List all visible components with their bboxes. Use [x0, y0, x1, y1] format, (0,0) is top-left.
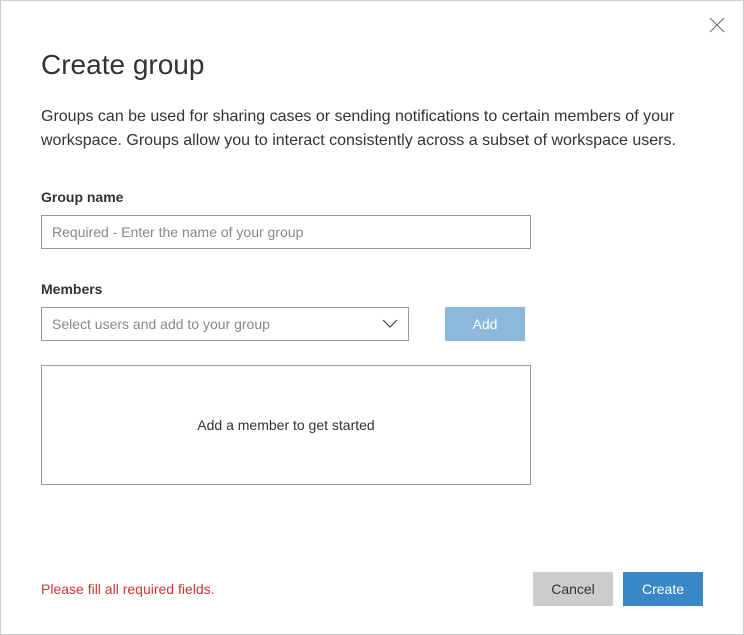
create-button[interactable]: Create	[623, 572, 703, 606]
members-select[interactable]: Select users and add to your group	[41, 307, 409, 341]
dialog-description: Groups can be used for sharing cases or …	[41, 105, 703, 153]
cancel-button[interactable]: Cancel	[533, 572, 613, 606]
group-name-section: Group name	[41, 189, 703, 249]
members-select-placeholder: Select users and add to your group	[52, 316, 270, 332]
close-button[interactable]	[709, 17, 725, 33]
close-icon	[709, 20, 725, 37]
group-name-label: Group name	[41, 189, 703, 205]
add-member-button[interactable]: Add	[445, 307, 525, 341]
members-section: Members Select users and add to your gro…	[41, 281, 703, 485]
chevron-down-icon	[382, 316, 398, 332]
members-list-empty: Add a member to get started	[41, 365, 531, 485]
create-group-dialog: Create group Groups can be used for shar…	[1, 1, 743, 634]
footer-buttons: Cancel Create	[533, 572, 703, 606]
error-message: Please fill all required fields.	[41, 581, 533, 597]
group-name-input[interactable]	[41, 215, 531, 249]
members-label: Members	[41, 281, 703, 297]
members-empty-message: Add a member to get started	[197, 417, 374, 433]
members-row: Select users and add to your group Add	[41, 307, 703, 341]
dialog-footer: Please fill all required fields. Cancel …	[41, 572, 703, 606]
dialog-title: Create group	[41, 49, 703, 81]
